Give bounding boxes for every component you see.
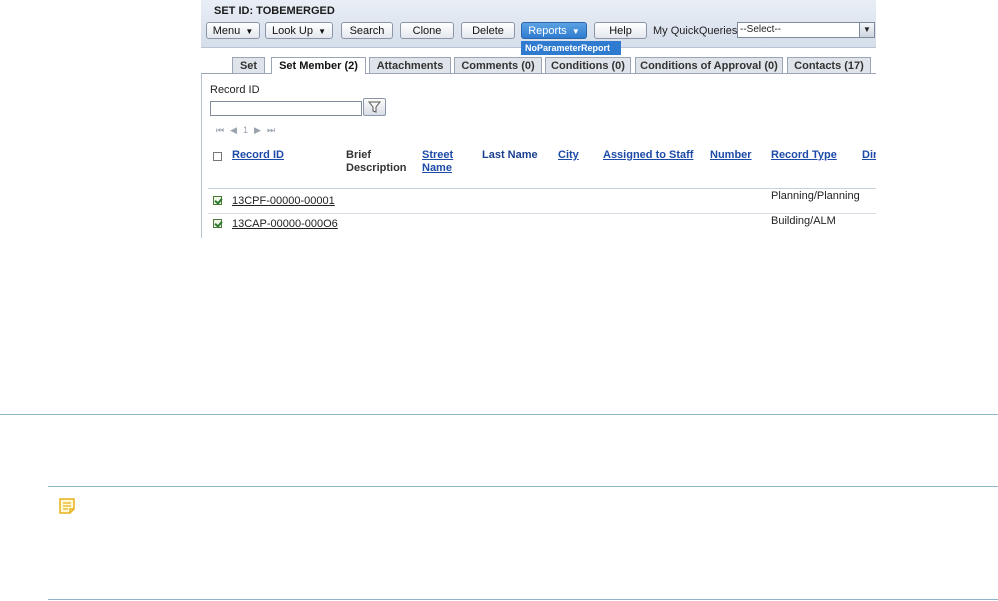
row-checkbox[interactable]	[213, 219, 222, 228]
last-page-icon[interactable]: ⏭	[267, 125, 281, 135]
search-button[interactable]: Search	[341, 22, 393, 39]
menu-button[interactable]: Menu ▼	[206, 22, 260, 39]
filter-icon	[367, 101, 382, 113]
column-last-name[interactable]: Last Name	[482, 149, 538, 162]
pager: ⏮◀1▶⏭	[216, 125, 281, 136]
column-assigned-to-staff[interactable]: Assigned to Staff	[603, 149, 693, 162]
tab-contacts[interactable]: Contacts (17)	[787, 57, 871, 73]
prev-page-icon[interactable]: ◀	[230, 125, 243, 135]
reports-button[interactable]: Reports ▼	[521, 22, 587, 39]
record-type-cell: Planning/Planning	[771, 190, 860, 202]
note-icon	[59, 498, 75, 514]
tab-conditions-of-approval[interactable]: Conditions of Approval (0)	[635, 57, 783, 73]
clone-button[interactable]: Clone	[400, 22, 454, 39]
table-row[interactable]: 13CPF-00000-00001 Planning/Planning	[208, 189, 876, 214]
note-divider-bottom	[48, 599, 998, 600]
page-number[interactable]: 1	[243, 125, 254, 135]
tab-set[interactable]: Set	[232, 57, 265, 73]
lookup-button[interactable]: Look Up ▼	[265, 22, 333, 39]
record-id-link[interactable]: 13CAP-00000-000O6	[232, 218, 338, 230]
record-type-cell: Building/ALM	[771, 215, 836, 227]
column-record-id[interactable]: Record ID	[232, 149, 284, 162]
set-title: SET ID: TOBEMERGED	[214, 5, 335, 17]
dropdown-caret-icon: ▼	[318, 27, 326, 36]
dropdown-caret-icon: ▼	[245, 27, 254, 36]
first-page-icon[interactable]: ⏮	[216, 125, 230, 135]
filter-button[interactable]	[363, 98, 386, 116]
quickqueries-label: My QuickQueries	[653, 25, 738, 37]
record-id-input[interactable]	[210, 101, 362, 116]
delete-button[interactable]: Delete	[461, 22, 515, 39]
divider	[0, 414, 998, 415]
tab-conditions[interactable]: Conditions (0)	[545, 57, 631, 73]
column-city[interactable]: City	[558, 149, 579, 162]
column-number[interactable]: Number	[710, 149, 752, 162]
select-all-checkbox[interactable]	[213, 152, 222, 161]
tab-bar: Set Set Member (2) Attachments Comments …	[201, 57, 876, 74]
grid-header: Record ID Brief Description Street Name La…	[208, 142, 876, 189]
tab-set-member[interactable]: Set Member (2)	[271, 57, 366, 74]
dropdown-caret-icon: ▼	[571, 27, 580, 36]
reports-menu-item[interactable]: NoParameterReport	[521, 41, 621, 55]
tab-attachments[interactable]: Attachments	[369, 57, 451, 73]
column-dir[interactable]: Dir	[862, 149, 876, 162]
next-page-icon[interactable]: ▶	[254, 125, 267, 135]
record-id-label: Record ID	[210, 84, 260, 96]
row-checkbox[interactable]	[213, 196, 222, 205]
column-street-name[interactable]: Street Name	[422, 149, 453, 175]
screenshot-panel: SET ID: TOBEMERGED Menu ▼ Look Up ▼ Sear…	[201, 0, 876, 238]
table-row[interactable]: 13CAP-00000-000O6 Building/ALM	[208, 214, 876, 238]
quickqueries-select[interactable]: --Select-- ▼	[737, 22, 875, 38]
help-button[interactable]: Help	[594, 22, 647, 39]
record-id-link[interactable]: 13CPF-00000-00001	[232, 195, 335, 207]
set-member-panel: Record ID ⏮◀1▶⏭ Record ID Brief Descripti…	[201, 74, 876, 238]
column-brief-description: Brief Description	[346, 149, 407, 174]
tab-comments[interactable]: Comments (0)	[454, 57, 542, 73]
column-record-type[interactable]: Record Type	[771, 149, 837, 162]
note-divider-top	[48, 486, 998, 487]
chevron-down-icon: ▼	[859, 23, 874, 37]
